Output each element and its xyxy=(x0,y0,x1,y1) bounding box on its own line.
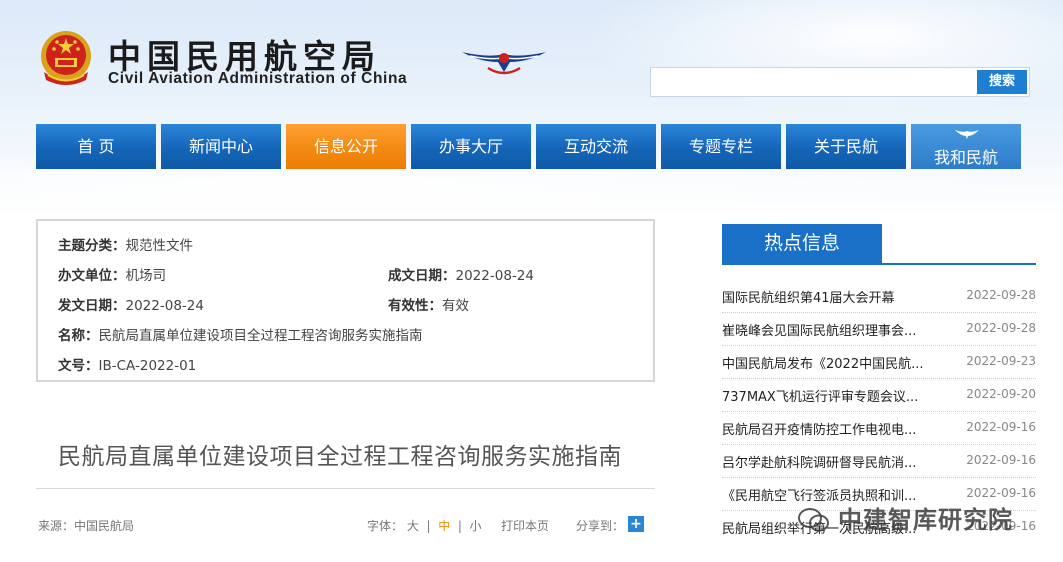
font-medium-button[interactable]: 中 xyxy=(438,519,450,533)
caac-wings-logo-icon xyxy=(462,52,546,75)
font-size-control: 字体： 大 | 中 | 小 xyxy=(367,517,482,534)
info-value: 2022-08-24 xyxy=(125,298,204,314)
share-plus-icon[interactable]: + xyxy=(628,516,644,532)
nav-me-and-caac-label: 我和民航 xyxy=(933,148,998,167)
national-emblem-icon xyxy=(41,31,91,85)
info-value: 有效 xyxy=(442,298,469,314)
info-label: 办文单位： xyxy=(58,268,126,284)
info-value: IB-CA-2022-01 xyxy=(98,358,197,374)
info-label: 发文日期： xyxy=(58,298,126,314)
search-input[interactable] xyxy=(657,71,981,95)
search-box: 搜索 xyxy=(650,67,1030,97)
hot-item-date: 2022-09-20 xyxy=(966,387,1036,401)
hot-item-title[interactable]: 崔晓峰会见国际民航组织理事会... xyxy=(722,320,916,339)
hot-item-title[interactable]: 吕尔学赴航科院调研督导民航消... xyxy=(722,452,916,471)
wings-icon xyxy=(955,130,979,139)
list-item[interactable]: 737MAX飞机运行评审专题会议... 2022-09-20 xyxy=(722,378,1036,412)
info-doc-number: 文号：IB-CA-2022-01 xyxy=(58,354,196,374)
nav-news[interactable]: 新闻中心 xyxy=(161,124,281,169)
list-item[interactable]: 崔晓峰会见国际民航组织理事会... 2022-09-28 xyxy=(722,312,1036,346)
hot-item-date: 2022-09-16 xyxy=(966,453,1036,467)
nav-about[interactable]: 关于民航 xyxy=(786,124,906,169)
separator: | xyxy=(426,519,431,533)
hot-item-date: 2022-09-16 xyxy=(966,486,1036,500)
nav-info-disclosure[interactable]: 信息公开 xyxy=(286,124,406,169)
separator: | xyxy=(457,519,462,533)
info-department: 办文单位：机场司 xyxy=(58,264,166,284)
info-value: 机场司 xyxy=(125,268,167,284)
info-label: 成文日期： xyxy=(388,268,456,284)
info-created-date: 成文日期：2022-08-24 xyxy=(388,264,534,284)
hot-item-date: 2022-09-28 xyxy=(966,288,1036,302)
info-value: 2022-08-24 xyxy=(455,268,534,284)
font-size-label: 字体： xyxy=(367,519,404,533)
list-item[interactable]: 民航局召开疫情防控工作电视电... 2022-09-16 xyxy=(722,411,1036,445)
document-info-box: 主题分类：规范性文件 办文单位：机场司 成文日期：2022-08-24 发文日期… xyxy=(36,219,655,382)
info-label: 有效性： xyxy=(388,298,442,314)
hot-info-tab[interactable]: 热点信息 xyxy=(722,224,882,263)
font-large-button[interactable]: 大 xyxy=(407,519,419,533)
watermark-text: 中建智库研究院 xyxy=(838,506,1013,534)
info-value: 规范性文件 xyxy=(125,238,194,254)
list-item[interactable]: 吕尔学赴航科院调研督导民航消... 2022-09-16 xyxy=(722,444,1036,478)
wechat-icon xyxy=(798,508,829,532)
nav-me-and-caac[interactable]: 我和民航 xyxy=(911,124,1021,169)
hot-item-date: 2022-09-28 xyxy=(966,321,1036,335)
hot-item-date: 2022-09-23 xyxy=(966,354,1036,368)
nav-service-hall[interactable]: 办事大厅 xyxy=(411,124,531,169)
cloud-decoration xyxy=(560,0,1063,120)
search-button[interactable]: 搜索 xyxy=(977,70,1027,94)
info-issued-date: 发文日期：2022-08-24 xyxy=(58,294,204,314)
info-name: 名称：民航局直属单位建设项目全过程工程咨询服务实施指南 xyxy=(58,324,423,344)
hot-item-title[interactable]: 737MAX飞机运行评审专题会议... xyxy=(722,386,918,405)
info-value: 民航局直属单位建设项目全过程工程咨询服务实施指南 xyxy=(98,328,423,344)
hot-item-title[interactable]: 民航局召开疫情防控工作电视电... xyxy=(722,419,916,438)
info-label: 主题分类： xyxy=(58,238,126,254)
hot-item-date: 2022-09-16 xyxy=(966,420,1036,434)
article-source: 来源：中国民航局 xyxy=(38,519,135,533)
article-title: 民航局直属单位建设项目全过程工程咨询服务实施指南 xyxy=(58,444,622,470)
site-title-en: Civil Aviation Administration of China xyxy=(108,70,408,87)
nav-home[interactable]: 首 页 xyxy=(36,124,156,169)
font-small-button[interactable]: 小 xyxy=(470,519,482,533)
info-label: 名称： xyxy=(58,328,99,344)
share-label: 分享到： xyxy=(576,519,625,533)
list-item[interactable]: 中国民航局发布《2022中国民航... 2022-09-23 xyxy=(722,345,1036,379)
info-label: 文号： xyxy=(58,358,99,374)
nav-interaction[interactable]: 互动交流 xyxy=(536,124,656,169)
list-item[interactable]: 国际民航组织第41届大会开幕 2022-09-28 xyxy=(722,279,1036,313)
print-button[interactable]: 打印本页 xyxy=(501,517,549,534)
nav-special-topics[interactable]: 专题专栏 xyxy=(661,124,781,169)
hot-item-title[interactable]: 中国民航局发布《2022中国民航... xyxy=(722,353,923,372)
divider xyxy=(36,488,655,489)
info-validity: 有效性：有效 xyxy=(388,294,469,314)
hot-item-title[interactable]: 国际民航组织第41届大会开幕 xyxy=(722,287,895,306)
info-category: 主题分类：规范性文件 xyxy=(58,234,193,254)
hot-info-underline xyxy=(722,263,1036,265)
